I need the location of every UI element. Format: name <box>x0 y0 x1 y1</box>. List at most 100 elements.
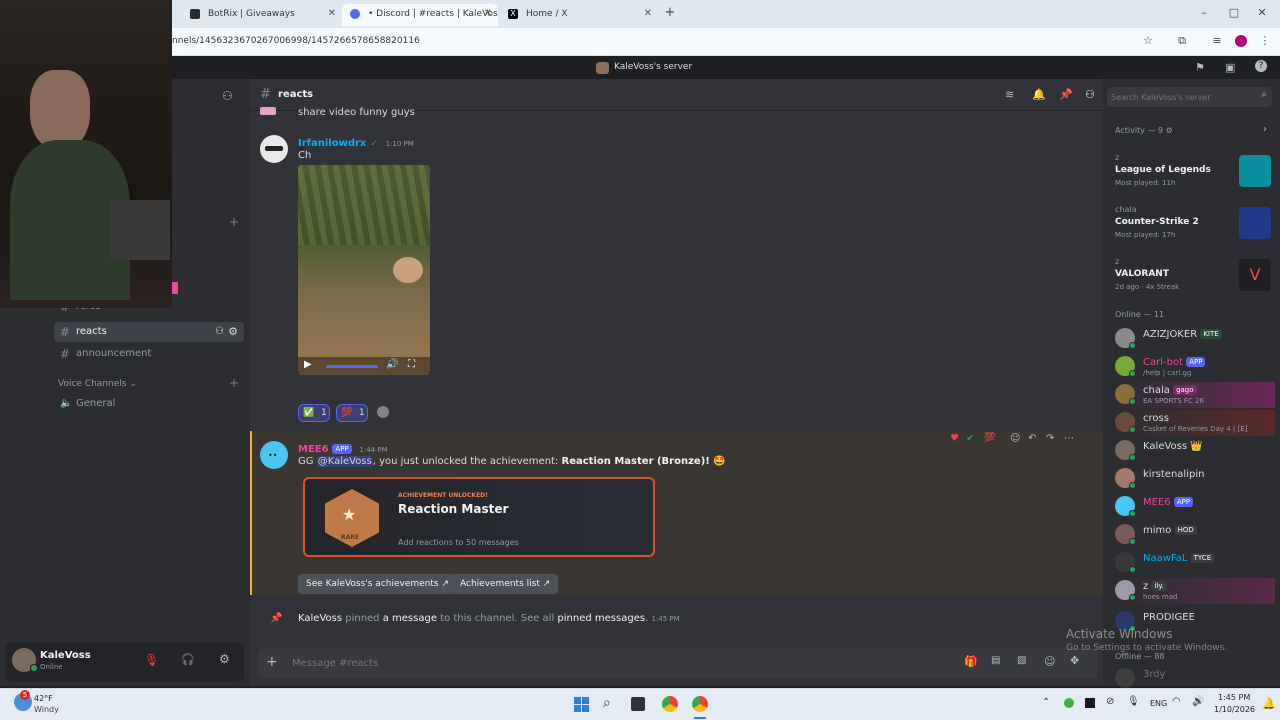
create-channel-icon[interactable]: + <box>229 215 239 229</box>
volume-icon[interactable]: 🔊 <box>1192 696 1204 707</box>
screen-icon[interactable]: ▣ <box>1225 61 1235 74</box>
settings-gear-icon[interactable]: ⚙ <box>219 652 230 666</box>
video-progress[interactable] <box>326 365 378 368</box>
heart-icon[interactable]: ♥ <box>950 433 959 444</box>
see-achievements-button[interactable]: See KaleVoss's achievements ↗ <box>298 574 458 594</box>
message-input[interactable] <box>292 653 922 673</box>
tab-discord[interactable]: • Discord | #reacts | KaleVoss's s ✕ <box>342 4 498 26</box>
headphones-icon[interactable]: 🎧 <box>181 653 195 666</box>
members-icon[interactable]: ⚇ <box>1085 88 1095 101</box>
member-naawfal[interactable]: NaawFaL TYCE <box>1115 550 1275 576</box>
notification-bell-icon[interactable]: 🔔 <box>1262 697 1276 710</box>
achievements-list-button[interactable]: Achievements list ↗ <box>452 574 559 594</box>
member-chala[interactable]: chala gago EA SPORTS FC 26 <box>1115 382 1275 408</box>
member-kalevoss[interactable]: KaleVoss 👑 <box>1115 438 1275 464</box>
volume-icon[interactable]: 🔊 <box>386 359 398 370</box>
network-icon[interactable]: ⊘ <box>1106 696 1114 707</box>
sticker-icon[interactable]: ▧ <box>1017 655 1026 666</box>
minimize-icon[interactable]: – <box>1198 7 1210 19</box>
profile-avatar[interactable] <box>1235 35 1247 47</box>
close-icon[interactable]: ✕ <box>644 4 652 24</box>
mic-icon[interactable]: 🎙 <box>1127 696 1140 707</box>
hundred-icon[interactable]: 💯 <box>984 433 995 443</box>
gear-icon[interactable]: ⚙ <box>228 322 238 342</box>
add-reaction-icon[interactable]: ☺ <box>1010 433 1020 444</box>
add-reaction-icon[interactable] <box>377 406 389 418</box>
voice-channel-general[interactable]: 🔈 General <box>54 394 244 414</box>
forward-icon[interactable]: ↷ <box>1046 433 1054 444</box>
member-carlbot[interactable]: Carl-bot APP/help | carl.gg <box>1115 354 1275 380</box>
activity-cs2[interactable]: chala Counter-Strike 2 Most played: 17h <box>1115 205 1275 253</box>
help-icon[interactable]: ? <box>1255 60 1267 72</box>
user-mention[interactable]: @KaleVoss <box>316 456 373 467</box>
new-tab-icon[interactable]: + <box>664 6 676 19</box>
apps-icon[interactable]: ✥ <box>1070 654 1079 667</box>
tray-app-icon[interactable] <box>1085 698 1095 708</box>
tab-x[interactable]: X Home / X ✕ <box>500 4 658 26</box>
emoji-icon[interactable]: ☺ <box>1044 655 1055 668</box>
avatar[interactable] <box>260 135 288 163</box>
weather-icon[interactable]: 5 <box>14 690 32 711</box>
url-input[interactable]: nnels/1456323670267006998/14572665786588… <box>172 36 420 46</box>
clock-time[interactable]: 1:45 PM <box>1218 693 1250 702</box>
gear-icon[interactable]: ⚙ <box>1166 126 1173 135</box>
gif-icon[interactable]: ▤ <box>991 655 1000 666</box>
video-attachment[interactable]: ▶ 🔊 ⛶ <box>298 165 430 375</box>
upload-plus-icon[interactable]: + <box>266 654 278 670</box>
member-azizjoker[interactable]: AZIZJOKER KITE <box>1115 326 1275 352</box>
author-name[interactable]: MEE6 <box>298 444 329 455</box>
fullscreen-icon[interactable]: ⛶ <box>408 359 415 370</box>
chevron-up-icon[interactable]: ⌃ <box>1042 697 1050 708</box>
pin-icon[interactable]: 📌 <box>1059 88 1073 101</box>
channel-announcement[interactable]: # announcement <box>54 344 244 364</box>
inbox-icon[interactable]: ⚑ <box>1195 61 1205 74</box>
reaction-check[interactable]: ✅ 1 <box>298 404 330 422</box>
reply-icon[interactable]: ↶ <box>1028 433 1036 444</box>
star-icon[interactable]: ☆ <box>1142 35 1154 47</box>
tray-app-icon[interactable] <box>1064 698 1074 708</box>
search-icon[interactable]: ⌕ <box>603 695 611 711</box>
reaction-hundred[interactable]: 💯 1 <box>336 404 368 422</box>
threads-icon[interactable]: ≋ <box>1005 88 1014 101</box>
member-mimo[interactable]: mimo HOD <box>1115 522 1275 548</box>
bell-icon[interactable]: 🔔 <box>1032 88 1046 101</box>
more-icon[interactable]: ⋯ <box>1064 433 1074 444</box>
member-z[interactable]: z ily. hoes mad <box>1115 578 1275 604</box>
search-box[interactable]: ⌕ <box>1107 87 1272 107</box>
avatar[interactable]: •• <box>260 441 288 469</box>
invite-icon[interactable]: ⚇ <box>215 322 224 342</box>
clock-date[interactable]: 1/10/2026 <box>1214 705 1255 714</box>
chevron-right-icon[interactable]: › <box>1263 124 1267 135</box>
member-mee6[interactable]: MEE6 APP <box>1115 494 1275 520</box>
create-voice-icon[interactable]: + <box>229 376 239 390</box>
close-window-icon[interactable]: ✕ <box>1256 7 1268 19</box>
wifi-icon[interactable]: ◠ <box>1172 696 1181 707</box>
mic-muted-icon[interactable]: 🎙 <box>144 653 159 667</box>
add-friend-icon[interactable]: ⚇ <box>222 89 233 103</box>
member-cross[interactable]: cross Casket of Reveries Day 4 | [E] <box>1115 410 1275 436</box>
menu-icon[interactable]: ⋮ <box>1259 35 1271 47</box>
close-icon[interactable]: ✕ <box>328 4 336 24</box>
extensions-icon[interactable]: ⧉ <box>1176 35 1188 47</box>
maximize-icon[interactable]: □ <box>1228 7 1240 19</box>
external-link-icon: ↗ <box>542 579 551 589</box>
message-text: GG @KaleVoss, you just unlocked the achi… <box>298 456 726 467</box>
close-icon[interactable]: ✕ <box>484 4 492 24</box>
activity-league[interactable]: z League of Legends Most played: 11h <box>1115 153 1275 201</box>
tab-botrix[interactable]: BotRix | Giveaways ✕ <box>182 4 342 26</box>
channel-reacts[interactable]: # reacts ⚇ ⚙ <box>54 322 244 342</box>
member-kirstenalipin[interactable]: kirstenalipin <box>1115 466 1275 492</box>
chrome-icon[interactable] <box>662 696 678 712</box>
gift-icon[interactable]: 🎁 <box>964 655 978 668</box>
chrome-active-icon[interactable] <box>692 696 708 712</box>
play-icon[interactable]: ▶ <box>304 359 312 370</box>
language-indicator[interactable]: ENG <box>1150 699 1167 708</box>
search-input[interactable] <box>1111 90 1251 104</box>
task-view-icon[interactable] <box>631 697 645 711</box>
media-icon[interactable]: ≡ <box>1211 35 1223 47</box>
voice-category[interactable]: Voice Channels ⌄ <box>58 379 137 389</box>
windows-start-icon[interactable] <box>574 697 590 713</box>
activity-valorant[interactable]: z VALORANT 2d ago · 4x Streak V <box>1115 257 1275 305</box>
check-icon[interactable]: ✔ <box>966 433 974 444</box>
author-name[interactable]: Irfanilowdrx <box>298 138 366 149</box>
